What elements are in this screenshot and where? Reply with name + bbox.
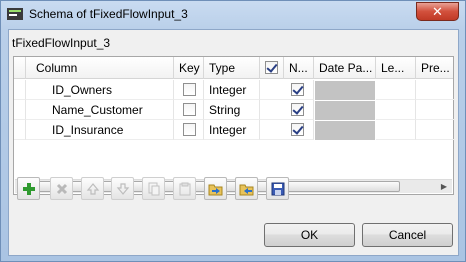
type-cell[interactable]: String [204, 100, 260, 120]
add-icon [22, 182, 35, 195]
copy-icon [148, 182, 159, 195]
title-bar[interactable]: Schema of tFixedFlowInput_3 ✕ [1, 1, 465, 28]
length-cell[interactable] [376, 120, 416, 140]
import-icon [208, 184, 222, 195]
column-header-type[interactable]: Type [204, 57, 260, 79]
paste-button[interactable] [173, 177, 196, 200]
dialog-body: tFixedFlowInput_3 Column Key Type N... D… [8, 29, 459, 256]
nullable-checkbox[interactable] [291, 123, 304, 136]
key-cell[interactable] [174, 120, 204, 140]
add-row-button[interactable] [17, 177, 40, 200]
column-name-cell[interactable]: Name_Customer [26, 100, 174, 120]
column-header-date-pattern[interactable]: Date Pa... [314, 57, 376, 79]
date-pattern-cell-disabled [315, 101, 375, 120]
row-header-corner [14, 57, 26, 79]
date-pattern-cell-disabled [315, 81, 375, 100]
select-all-nullable-checkbox[interactable] [265, 61, 278, 74]
length-cell[interactable] [376, 100, 416, 120]
copy-button[interactable] [142, 177, 165, 200]
remove-row-button[interactable] [50, 177, 73, 200]
nullable-cell[interactable] [260, 120, 314, 140]
column-name-cell[interactable]: ID_Owners [26, 80, 174, 100]
save-icon [271, 182, 284, 195]
date-pattern-cell-disabled [315, 121, 375, 140]
column-header-precision[interactable]: Pre... [416, 57, 455, 79]
type-cell[interactable]: Integer [204, 80, 260, 100]
column-header-nullable[interactable]: N... [284, 57, 314, 79]
window-title: Schema of tFixedFlowInput_3 [29, 7, 188, 21]
nullable-checkbox[interactable] [291, 103, 304, 116]
import-schema-button[interactable] [204, 177, 227, 200]
key-checkbox[interactable] [183, 123, 196, 136]
column-header-length[interactable]: Le... [376, 57, 416, 79]
type-cell[interactable]: Integer [204, 120, 260, 140]
length-cell[interactable] [376, 80, 416, 100]
column-header-column[interactable]: Column [26, 57, 174, 79]
key-checkbox[interactable] [183, 83, 196, 96]
move-up-button[interactable] [81, 177, 104, 200]
move-down-button[interactable] [111, 177, 134, 200]
paste-icon [179, 182, 190, 195]
row-selector[interactable] [14, 120, 26, 140]
precision-cell[interactable] [416, 120, 455, 140]
cancel-button[interactable]: Cancel [362, 223, 453, 247]
component-name-label: tFixedFlowInput_3 [12, 36, 111, 50]
scroll-right-arrow-icon[interactable]: ▶ [437, 180, 451, 193]
row-selector[interactable] [14, 80, 26, 100]
row-selector[interactable] [14, 100, 26, 120]
key-cell[interactable] [174, 100, 204, 120]
precision-cell[interactable] [416, 80, 455, 100]
dialog-window: Schema of tFixedFlowInput_3 ✕ tFixedFlow… [0, 0, 466, 262]
key-cell[interactable] [174, 80, 204, 100]
table-row[interactable]: ID_Owners Integer [14, 80, 455, 100]
nullable-cell[interactable] [260, 100, 314, 120]
schema-table: Column Key Type N... Date Pa... Le... Pr… [13, 56, 455, 195]
column-header-key[interactable]: Key [174, 57, 204, 79]
nullable-cell[interactable] [260, 80, 314, 100]
remove-icon [56, 183, 67, 194]
ok-button[interactable]: OK [264, 223, 355, 247]
column-name-cell[interactable]: ID_Insurance [26, 120, 174, 140]
close-icon: ✕ [432, 3, 443, 19]
column-header-select-all[interactable] [260, 57, 284, 79]
close-button[interactable]: ✕ [416, 2, 459, 21]
table-header: Column Key Type N... Date Pa... Le... Pr… [14, 57, 453, 79]
table-row[interactable]: Name_Customer String [14, 100, 455, 120]
save-schema-button[interactable] [266, 177, 289, 200]
table-row[interactable]: ID_Insurance Integer [14, 120, 455, 140]
key-checkbox[interactable] [183, 103, 196, 116]
move-down-icon [116, 182, 129, 195]
export-icon [239, 184, 253, 195]
talend-app-icon [7, 8, 23, 20]
nullable-checkbox[interactable] [291, 83, 304, 96]
precision-cell[interactable] [416, 100, 455, 120]
move-up-icon [86, 182, 99, 195]
export-schema-button[interactable] [235, 177, 258, 200]
